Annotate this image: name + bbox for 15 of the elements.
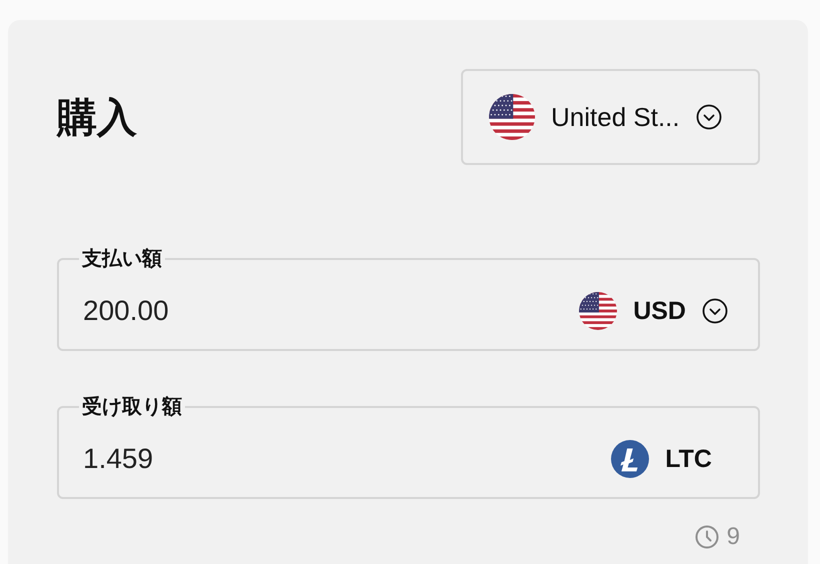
us-flag-icon [579,292,618,330]
litecoin-icon [611,440,650,478]
country-select[interactable]: United St... [461,69,760,165]
currency-select[interactable]: USD [579,292,728,330]
clock-icon [694,525,719,549]
field-label: 支払い額 [80,245,163,272]
amount-input[interactable]: 1.459 [83,443,612,475]
timer-text: 9 [726,523,740,551]
currency-label: LTC [665,444,712,474]
us-flag-icon [489,94,535,140]
chevron-down-icon [696,104,722,130]
amount-input[interactable]: 200.00 [83,295,580,327]
field-label: 受け取り額 [81,393,183,420]
chevron-down-icon [702,298,728,324]
page-title: 購入 [57,94,137,142]
